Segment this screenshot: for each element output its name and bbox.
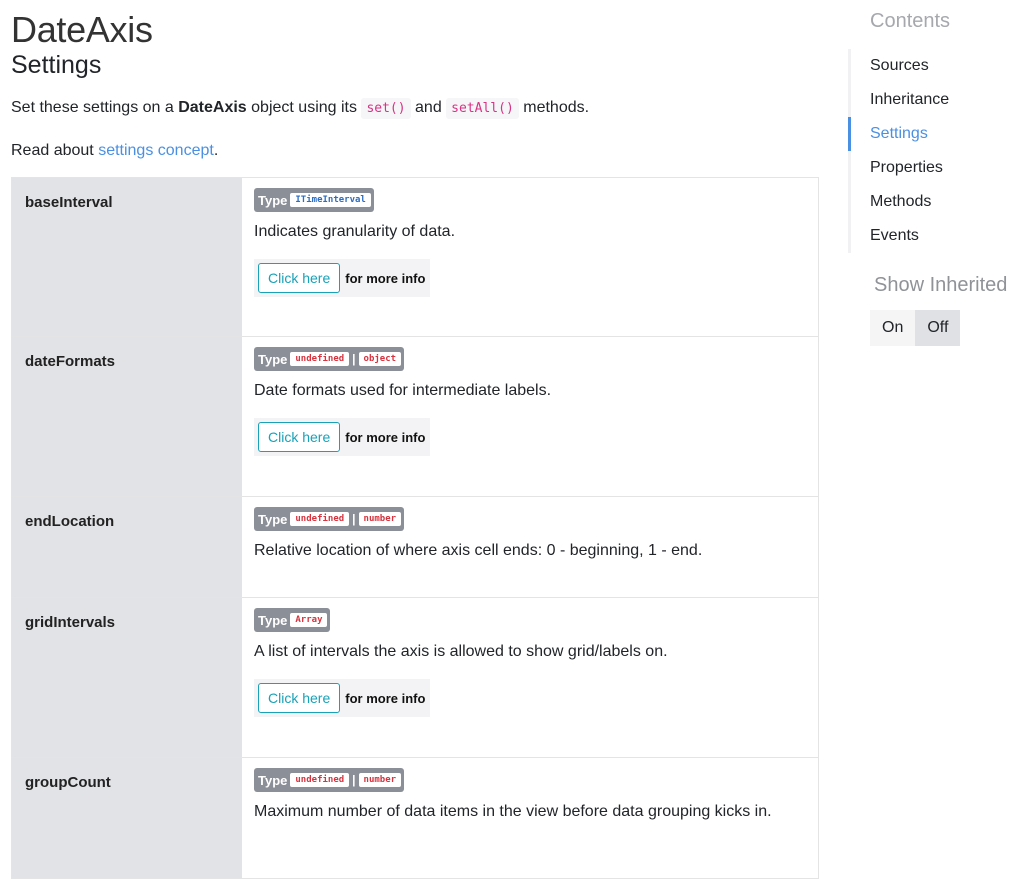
settings-concept-link[interactable]: settings concept xyxy=(98,142,214,159)
toc-list: Sources Inheritance Settings Properties Meth… xyxy=(848,49,1018,253)
setting-name: gridIntervals xyxy=(12,598,242,757)
type-separator: | xyxy=(352,773,356,787)
intro-text: Set these settings on a DateAxis object … xyxy=(11,96,817,121)
setting-name: endLocation xyxy=(12,497,242,597)
setting-details: Type ITimeInterval Indicates granularity o… xyxy=(242,178,818,336)
read-about: Read about settings concept. xyxy=(11,142,219,159)
setting-description: Relative location of where axis cell end… xyxy=(254,542,703,559)
type-value: undefined xyxy=(290,352,350,366)
setting-row: gridIntervals Type Array A list of interval… xyxy=(12,598,818,758)
type-label: Type xyxy=(258,772,288,788)
type-badge: Type Array xyxy=(254,608,331,632)
setting-name: dateFormats xyxy=(12,337,242,496)
type-separator: | xyxy=(352,352,356,366)
setting-row: dateFormats Type undefined | object Date form… xyxy=(12,337,818,497)
code-set: set() xyxy=(361,98,411,119)
main-content: DateAxis Settings Set these settings on … xyxy=(11,0,819,879)
toggle-off-button[interactable]: Off xyxy=(915,310,961,346)
type-value: Array xyxy=(290,613,328,627)
type-badge: Type undefined | object xyxy=(254,347,405,371)
class-name: DateAxis xyxy=(178,99,247,116)
click-here-button[interactable]: Click here xyxy=(258,422,341,452)
inherited-toggle: On Off xyxy=(870,310,1018,346)
settings-table: baseInterval Type ITimeInterval Indicates g… xyxy=(11,177,819,879)
more-info-box: Click here for more info xyxy=(254,418,431,456)
type-badge: Type ITimeInterval xyxy=(254,188,374,212)
click-here-button[interactable]: Click here xyxy=(258,683,341,713)
setting-description: Indicates granularity of data. xyxy=(254,223,456,240)
type-label: Type xyxy=(258,612,288,628)
page-title: DateAxis xyxy=(11,9,153,50)
type-separator: | xyxy=(352,512,356,526)
section-title: Settings xyxy=(11,51,102,79)
setting-details: Type undefined | object Date formats used fo… xyxy=(242,337,818,496)
type-badge: Type undefined | number xyxy=(254,768,405,792)
table-of-contents: Contents Sources Inheritance Settings Prope… xyxy=(848,5,1018,346)
setting-description: A list of intervals the axis is allowed … xyxy=(254,643,668,660)
type-value: number xyxy=(358,773,402,787)
toc-title: Contents xyxy=(870,10,951,32)
toc-item-properties[interactable]: Properties xyxy=(851,151,1018,185)
setting-row: endLocation Type undefined | number Relative … xyxy=(12,497,818,598)
toc-item-settings[interactable]: Settings xyxy=(848,117,1018,151)
toggle-on-button[interactable]: On xyxy=(870,310,916,346)
toc-item-sources[interactable]: Sources xyxy=(851,49,1018,83)
code-setall: setAll() xyxy=(446,98,519,119)
setting-details: Type Array A list of intervals the axis is… xyxy=(242,598,818,757)
toc-item-methods[interactable]: Methods xyxy=(851,185,1018,219)
type-label: Type xyxy=(258,351,288,367)
more-info-box: Click here for more info xyxy=(254,259,431,297)
show-inherited-title: Show Inherited xyxy=(874,274,1008,296)
toc-item-inheritance[interactable]: Inheritance xyxy=(851,83,1018,117)
type-value: number xyxy=(358,512,402,526)
setting-description: Date formats used for intermediate label… xyxy=(254,382,552,399)
type-label: Type xyxy=(258,511,288,527)
more-info-text: for more info xyxy=(345,429,426,445)
toc-item-events[interactable]: Events xyxy=(851,219,1018,253)
type-value: object xyxy=(358,352,402,366)
more-info-text: for more info xyxy=(345,270,426,286)
setting-details: Type undefined | number Maximum number of da… xyxy=(242,758,818,878)
type-badge: Type undefined | number xyxy=(254,507,405,531)
type-value: undefined xyxy=(290,773,350,787)
setting-name: baseInterval xyxy=(12,178,242,336)
setting-name: groupCount xyxy=(12,758,242,878)
more-info-box: Click here for more info xyxy=(254,679,431,717)
setting-row: baseInterval Type ITimeInterval Indicates g… xyxy=(12,178,818,337)
more-info-text: for more info xyxy=(345,690,426,706)
type-value: undefined xyxy=(290,512,350,526)
type-label: Type xyxy=(258,192,288,208)
click-here-button[interactable]: Click here xyxy=(258,263,341,293)
type-value[interactable]: ITimeInterval xyxy=(290,193,371,207)
setting-description: Maximum number of data items in the view… xyxy=(254,803,772,820)
setting-row: groupCount Type undefined | number Maximum nu… xyxy=(12,758,818,878)
setting-details: Type undefined | number Relative location of… xyxy=(242,497,818,597)
